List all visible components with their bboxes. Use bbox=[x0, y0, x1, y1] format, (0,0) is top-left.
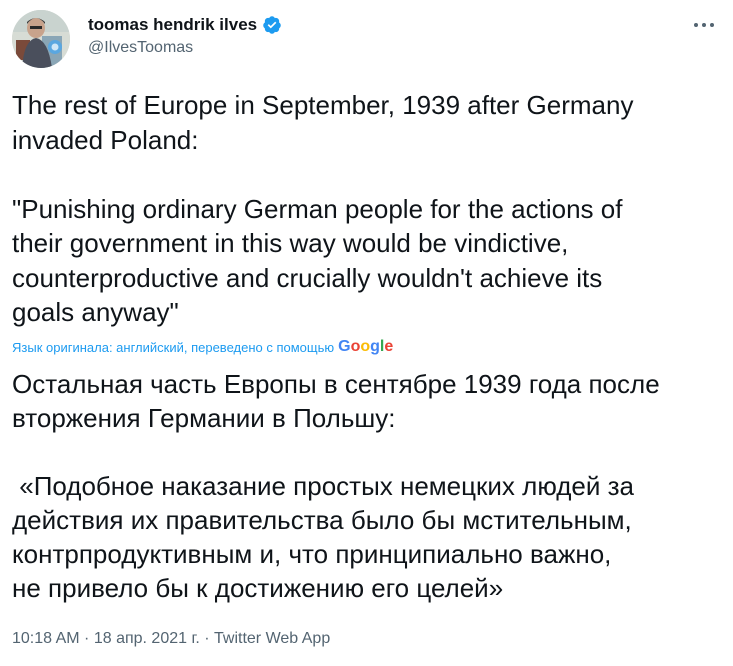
google-logo: Google bbox=[338, 338, 394, 355]
verified-badge-icon bbox=[263, 16, 281, 34]
meta-separator: · bbox=[199, 630, 215, 647]
tweet-meta: 10:18 AM · 18 апр. 2021 г. · Twitter Web… bbox=[12, 630, 330, 648]
translation-note-label: Язык оригинала: английский, переведено с… bbox=[12, 339, 335, 355]
tweet-header: toomas hendrik ilves @IlvesToomas bbox=[12, 8, 721, 68]
display-name-row: toomas hendrik ilves bbox=[88, 14, 282, 36]
tweet-text: The rest of Europe in September, 1939 af… bbox=[12, 90, 634, 327]
avatar[interactable] bbox=[12, 10, 70, 68]
avatar-photo bbox=[12, 10, 70, 68]
more-options-button[interactable] bbox=[691, 16, 717, 34]
translation-note[interactable]: Язык оригинала: английский, переведено с… bbox=[12, 338, 393, 356]
author-handle[interactable]: @IlvesToomas bbox=[88, 39, 282, 57]
translated-text: Остальная часть Европы в сентябре 1939 г… bbox=[12, 369, 660, 603]
tweet-source[interactable]: Twitter Web App bbox=[214, 630, 330, 647]
more-dots-icon bbox=[694, 23, 714, 27]
display-name[interactable]: toomas hendrik ilves bbox=[88, 15, 257, 35]
meta-separator: · bbox=[79, 630, 94, 647]
author-block: toomas hendrik ilves @IlvesToomas bbox=[88, 14, 282, 57]
tweet-time[interactable]: 10:18 AM bbox=[12, 630, 80, 647]
tweet-date[interactable]: 18 апр. 2021 г. bbox=[94, 630, 200, 647]
